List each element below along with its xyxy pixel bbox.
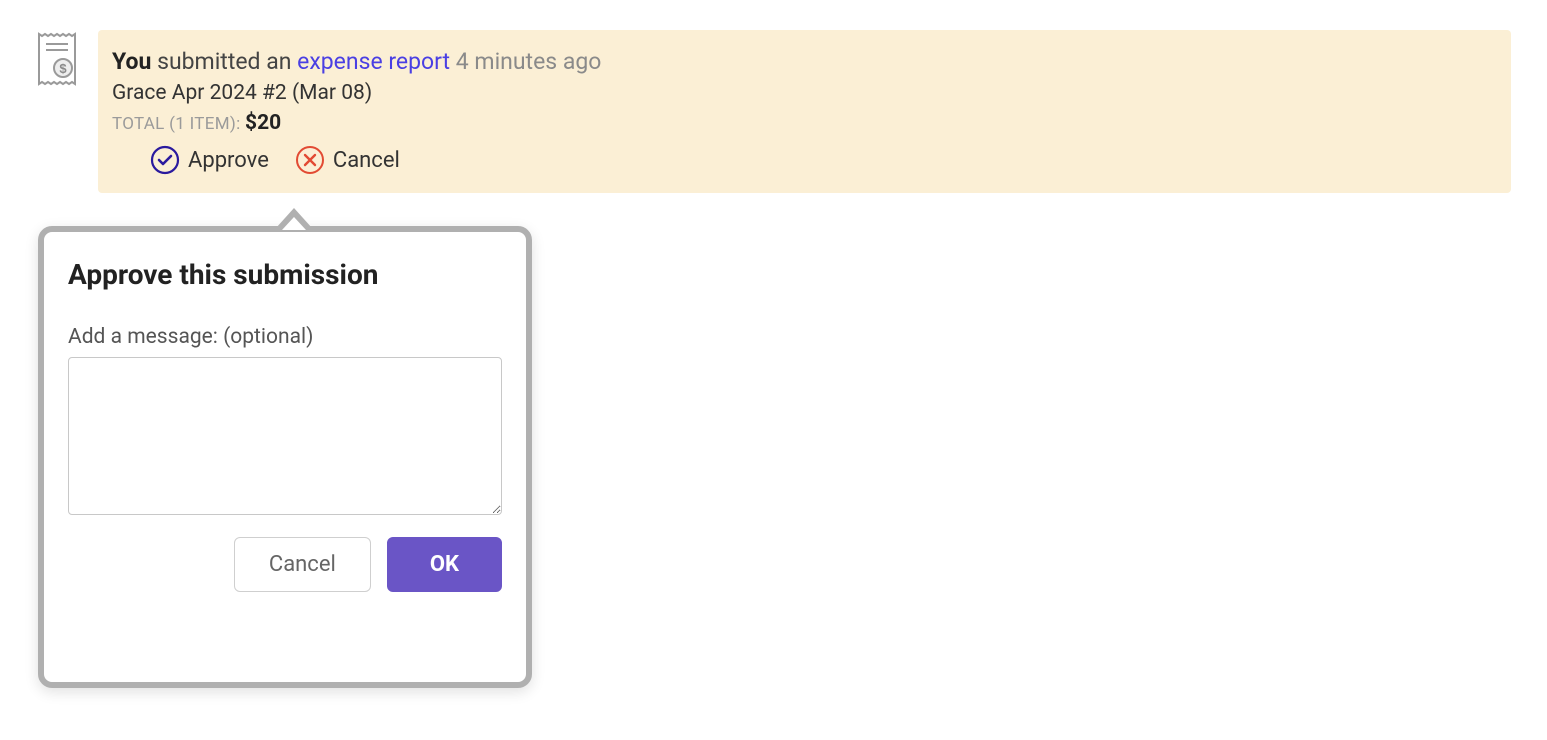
popover-ok-button[interactable]: OK: [387, 537, 502, 592]
submission-card: You submitted an expense report 4 minute…: [98, 30, 1511, 193]
total-label: TOTAL (1 ITEM):: [112, 114, 245, 134]
popover-title: Approve this submission: [68, 258, 502, 291]
approve-label: Approve: [188, 148, 269, 173]
approve-button[interactable]: Approve: [150, 145, 269, 175]
expense-report-link[interactable]: expense report: [297, 48, 450, 75]
svg-text:$: $: [59, 61, 67, 76]
cancel-button[interactable]: Cancel: [295, 145, 400, 175]
submission-headline: You submitted an expense report 4 minute…: [112, 48, 1491, 75]
message-textarea[interactable]: [68, 357, 502, 515]
receipt-icon: $: [36, 32, 78, 86]
popover-arrow: [276, 208, 312, 228]
total-value: $20: [245, 111, 281, 135]
check-circle-icon: [150, 145, 180, 175]
x-circle-icon: [295, 145, 325, 175]
action-text: submitted an: [151, 48, 297, 75]
report-name: Grace Apr 2024 #2 (Mar 08): [112, 81, 1491, 105]
approve-popover: Approve this submission Add a message: (…: [38, 226, 532, 688]
activity-row: $ You submitted an expense report 4 minu…: [0, 0, 1547, 223]
cancel-label: Cancel: [333, 148, 400, 173]
popover-cancel-button[interactable]: Cancel: [234, 537, 371, 592]
total-line: TOTAL (1 ITEM): $20: [112, 111, 1491, 135]
message-label: Add a message: (optional): [68, 325, 502, 349]
timestamp: 4 minutes ago: [456, 48, 602, 75]
actor-label: You: [112, 48, 151, 75]
card-actions: Approve Cancel: [112, 145, 1491, 175]
popover-button-row: Cancel OK: [68, 537, 502, 592]
